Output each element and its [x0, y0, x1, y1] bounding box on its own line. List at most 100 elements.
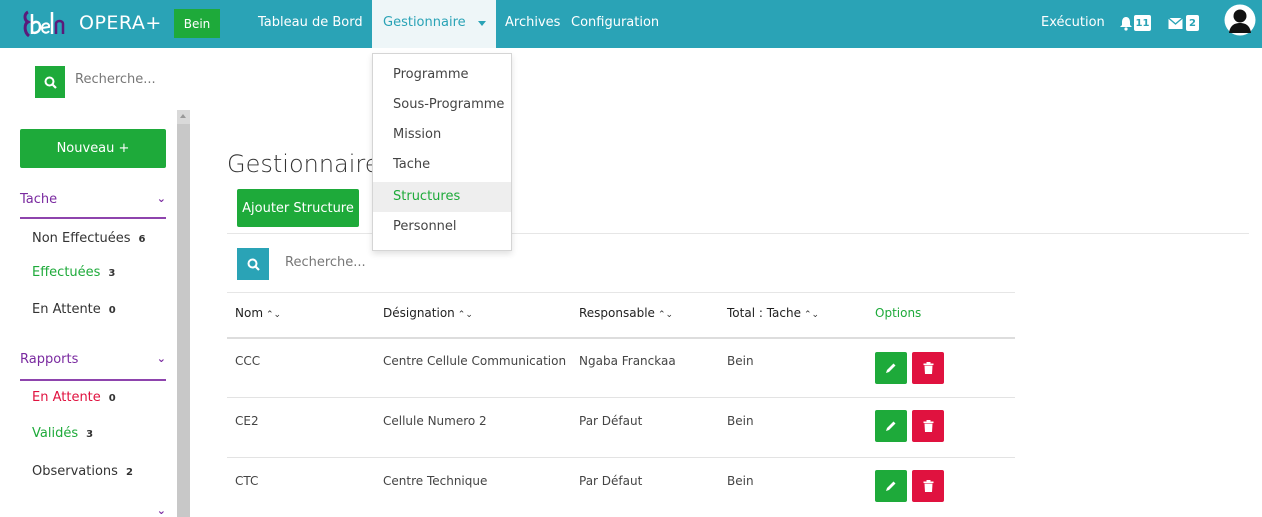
- brand-title[interactable]: OPERA+: [79, 12, 162, 34]
- sort-icon[interactable]: ⌃⌄: [658, 310, 673, 320]
- chevron-down-icon: ⌄: [156, 192, 166, 205]
- cell-responsable: Par Défaut: [579, 414, 643, 428]
- nav-archives[interactable]: Archives: [505, 15, 560, 30]
- column-header-total-tache[interactable]: Total : Tache ⌃⌄: [727, 306, 819, 320]
- section-divider: [20, 379, 166, 381]
- column-header-label: Nom: [235, 306, 264, 320]
- cell-designation: Centre Technique: [383, 474, 488, 488]
- menu-item-mission[interactable]: Mission: [373, 120, 511, 150]
- column-header-nom[interactable]: Nom ⌃⌄: [235, 306, 281, 320]
- scrollbar-thumb[interactable]: [177, 124, 190, 517]
- sidebar-link-label: Observations: [32, 464, 118, 479]
- sidebar-section-rapports[interactable]: Rapports ⌄: [20, 352, 166, 372]
- page-title: Gestionnaire: [227, 150, 380, 178]
- cell-total: Bein: [727, 354, 754, 368]
- sidebar-link-observations[interactable]: Observations 2: [32, 464, 133, 479]
- sidebar-link-label: En Attente: [32, 390, 101, 405]
- sort-icon[interactable]: ⌃⌄: [458, 310, 473, 320]
- column-header-label: Désignation: [383, 306, 455, 320]
- sidebar-search-input[interactable]: Recherche...: [75, 72, 156, 87]
- search-icon: [44, 76, 57, 89]
- new-button[interactable]: Nouveau +: [20, 129, 166, 168]
- search-icon: [247, 258, 260, 271]
- sidebar-link-label: Validés: [32, 426, 79, 441]
- edit-button[interactable]: [875, 470, 907, 502]
- column-header-responsable[interactable]: Responsable ⌃⌄: [579, 306, 673, 320]
- edit-button[interactable]: [875, 410, 907, 442]
- section-divider: [20, 217, 166, 219]
- cell-responsable: Par Défaut: [579, 474, 643, 488]
- pencil-icon: [886, 421, 896, 431]
- trash-icon: [923, 420, 933, 432]
- user-avatar-icon[interactable]: [1224, 4, 1256, 40]
- brand-logo[interactable]: [22, 8, 66, 40]
- top-navbar: OPERA+ Bein Tableau de Bord Gestionnaire…: [0, 0, 1262, 48]
- count-badge: 0: [108, 393, 116, 404]
- sidebar-link-en-attente[interactable]: En Attente 0: [32, 302, 116, 317]
- cell-designation: Cellule Numero 2: [383, 414, 487, 428]
- sidebar-link-rapports-en-attente[interactable]: En Attente 0: [32, 390, 116, 405]
- brand-badge[interactable]: Bein: [174, 9, 220, 38]
- count-badge: 3: [108, 268, 116, 279]
- nav-execution[interactable]: Exécution: [1041, 15, 1105, 30]
- trash-icon: [923, 480, 933, 492]
- sidebar-link-effectuees[interactable]: Effectuées 3: [32, 265, 115, 280]
- menu-item-personnel[interactable]: Personnel: [373, 212, 511, 242]
- caret-down-icon: [478, 21, 486, 26]
- nav-configuration[interactable]: Configuration: [571, 15, 659, 30]
- delete-button[interactable]: [912, 410, 944, 442]
- menu-item-tache[interactable]: Tache: [373, 150, 511, 180]
- delete-button[interactable]: [912, 470, 944, 502]
- sidebar-link-valides[interactable]: Validés 3: [32, 426, 93, 441]
- sort-icon[interactable]: ⌃⌄: [804, 310, 819, 320]
- sidebar-section-tache[interactable]: Tache ⌄: [20, 192, 166, 212]
- sidebar-scrollbar[interactable]: [177, 110, 190, 517]
- sidebar-link-label: En Attente: [32, 302, 101, 317]
- sidebar-link-label: Non Effectuées: [32, 231, 131, 246]
- gestionnaire-dropdown-menu: Programme Sous-Programme Mission Tache S…: [372, 53, 512, 251]
- cell-nom: CTC: [235, 474, 259, 488]
- cell-designation: Centre Cellule Communication: [383, 354, 567, 368]
- column-header-options: Options: [875, 306, 922, 320]
- scroll-up-arrow-icon[interactable]: [180, 114, 186, 118]
- count-badge: 0: [108, 305, 116, 316]
- chevron-down-icon: ⌄: [156, 504, 166, 517]
- notifications-count-badge[interactable]: 11: [1134, 15, 1151, 31]
- nav-gestionnaire[interactable]: Gestionnaire: [372, 0, 496, 48]
- sidebar-section-next[interactable]: ⌄: [20, 504, 166, 517]
- pencil-icon: [886, 363, 896, 373]
- add-structure-button[interactable]: Ajouter Structure: [237, 189, 359, 227]
- column-header-label: Total : Tache: [727, 306, 801, 320]
- row-divider: [227, 397, 1015, 398]
- menu-item-structures[interactable]: Structures: [373, 182, 511, 212]
- bell-icon[interactable]: [1119, 16, 1133, 31]
- chevron-down-icon: ⌄: [156, 352, 166, 365]
- menu-item-sous-programme[interactable]: Sous-Programme: [373, 90, 511, 120]
- main-search-button[interactable]: [237, 248, 269, 280]
- count-badge: 6: [138, 234, 146, 245]
- sidebar-link-label: Effectuées: [32, 265, 101, 280]
- column-header-designation[interactable]: Désignation ⌃⌄: [383, 306, 473, 320]
- nav-tableau-de-bord[interactable]: Tableau de Bord: [258, 15, 363, 30]
- row-divider: [227, 457, 1015, 458]
- cell-total: Bein: [727, 414, 754, 428]
- delete-button[interactable]: [912, 352, 944, 384]
- cell-nom: CCC: [235, 354, 261, 368]
- sidebar-section-label: Rapports: [20, 352, 79, 367]
- envelope-icon[interactable]: [1168, 17, 1183, 30]
- trash-icon: [923, 362, 933, 374]
- messages-count-badge[interactable]: 2: [1186, 15, 1199, 31]
- sort-icon[interactable]: ⌃⌄: [266, 310, 281, 320]
- edit-button[interactable]: [875, 352, 907, 384]
- sidebar-section-label: Tache: [20, 192, 58, 207]
- menu-item-programme[interactable]: Programme: [373, 60, 511, 90]
- column-header-label: Responsable: [579, 306, 655, 320]
- cell-nom: CE2: [235, 414, 259, 428]
- nav-gestionnaire-label: Gestionnaire: [383, 15, 466, 30]
- table-header-border: [227, 337, 1015, 339]
- pencil-icon: [886, 481, 896, 491]
- sidebar-link-non-effectuees[interactable]: Non Effectuées 6: [32, 231, 145, 246]
- cell-total: Bein: [727, 474, 754, 488]
- sidebar-search-button[interactable]: [35, 66, 65, 98]
- main-search-input[interactable]: Recherche...: [285, 255, 366, 270]
